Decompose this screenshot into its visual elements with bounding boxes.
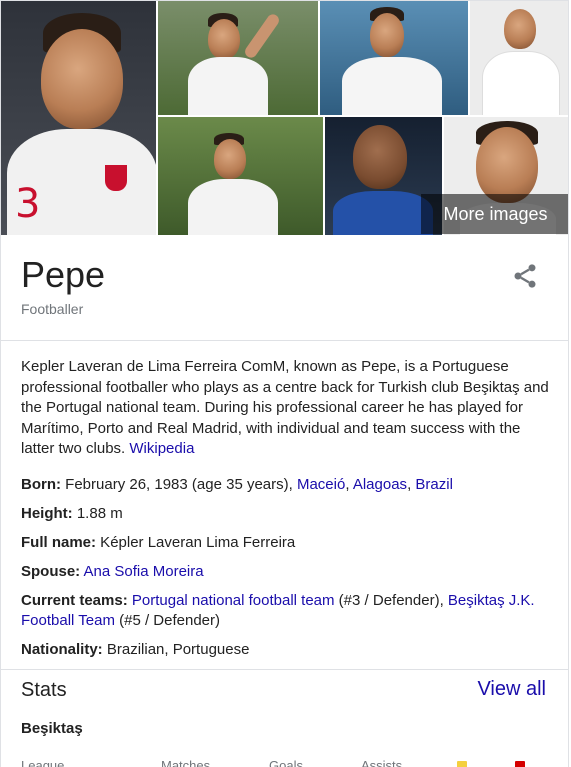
born-link-maceio[interactable]: Maceió bbox=[297, 476, 345, 493]
share-icon-glyph bbox=[514, 264, 536, 288]
fact-label: Spouse: bbox=[21, 563, 81, 580]
image-grid: 3 More images bbox=[1, 1, 568, 235]
entity-description: Kepler Laveran de Lima Ferreira ComM, kn… bbox=[21, 357, 553, 460]
view-all-link[interactable]: View all bbox=[477, 678, 546, 701]
divider bbox=[1, 340, 568, 341]
fact-height: Height: 1.88 m bbox=[21, 504, 556, 524]
image-pepe-fist-pump[interactable] bbox=[158, 117, 323, 235]
wikipedia-link[interactable]: Wikipedia bbox=[129, 440, 194, 457]
entity-title: Pepe bbox=[21, 254, 106, 295]
image-pepe-portrait-realmadrid[interactable] bbox=[470, 1, 568, 115]
fact-value: February 26, 1983 (age 35 years), bbox=[61, 476, 297, 493]
yellow-card-icon bbox=[457, 761, 467, 767]
born-link-brazil[interactable]: Brazil bbox=[415, 476, 453, 493]
stats-column-league: League bbox=[21, 758, 65, 767]
description-text: Kepler Laveran de Lima Ferreira ComM, kn… bbox=[21, 358, 549, 457]
fact-value: (#5 / Defender) bbox=[114, 612, 221, 629]
stats-column-matches: Matches bbox=[161, 758, 211, 767]
entity-subtitle: Footballer bbox=[21, 301, 84, 317]
fact-value: (#3 / Defender), bbox=[334, 592, 448, 609]
fact-value: Brazilian, Portuguese bbox=[102, 641, 250, 658]
spouse-link[interactable]: Ana Sofia Moreira bbox=[84, 563, 204, 580]
separator: , bbox=[345, 476, 353, 493]
stats-title: Stats bbox=[21, 679, 67, 701]
fact-label: Height: bbox=[21, 505, 73, 522]
fact-spouse: Spouse: Ana Sofia Moreira bbox=[21, 562, 556, 582]
stats-team-name: Beşiktaş bbox=[21, 720, 83, 737]
divider bbox=[1, 669, 568, 670]
more-images-button[interactable]: More images bbox=[421, 194, 568, 234]
fact-value: Képler Laveran Lima Ferreira bbox=[96, 534, 296, 551]
team-link-portugal[interactable]: Portugal national football team bbox=[132, 592, 335, 609]
fact-nationality: Nationality: Brazilian, Portuguese bbox=[21, 640, 556, 660]
fact-label: Full name: bbox=[21, 534, 97, 551]
image-pepe-celebrating-realmadrid[interactable] bbox=[158, 1, 318, 115]
fact-label: Born: bbox=[21, 476, 61, 493]
fact-current-teams: Current teams: Portugal national footbal… bbox=[21, 591, 556, 631]
stats-column-goals: Goals bbox=[269, 758, 303, 767]
fact-label: Current teams: bbox=[21, 592, 128, 609]
red-card-icon bbox=[515, 761, 525, 767]
share-icon[interactable] bbox=[511, 262, 539, 290]
fact-label: Nationality: bbox=[21, 641, 103, 658]
image-pepe-realmadrid-armband[interactable] bbox=[320, 1, 468, 115]
image-pepe-portugal-shirt[interactable]: 3 bbox=[1, 1, 156, 235]
fact-born: Born: February 26, 1983 (age 35 years), … bbox=[21, 475, 556, 495]
knowledge-panel: 3 More images Pepe Footballer Kepler Lav… bbox=[0, 0, 569, 767]
fact-value: 1.88 m bbox=[72, 505, 123, 522]
born-link-alagoas[interactable]: Alagoas bbox=[353, 476, 407, 493]
stats-column-assists: Assists bbox=[361, 758, 403, 767]
fact-full-name: Full name: Képler Laveran Lima Ferreira bbox=[21, 533, 556, 553]
